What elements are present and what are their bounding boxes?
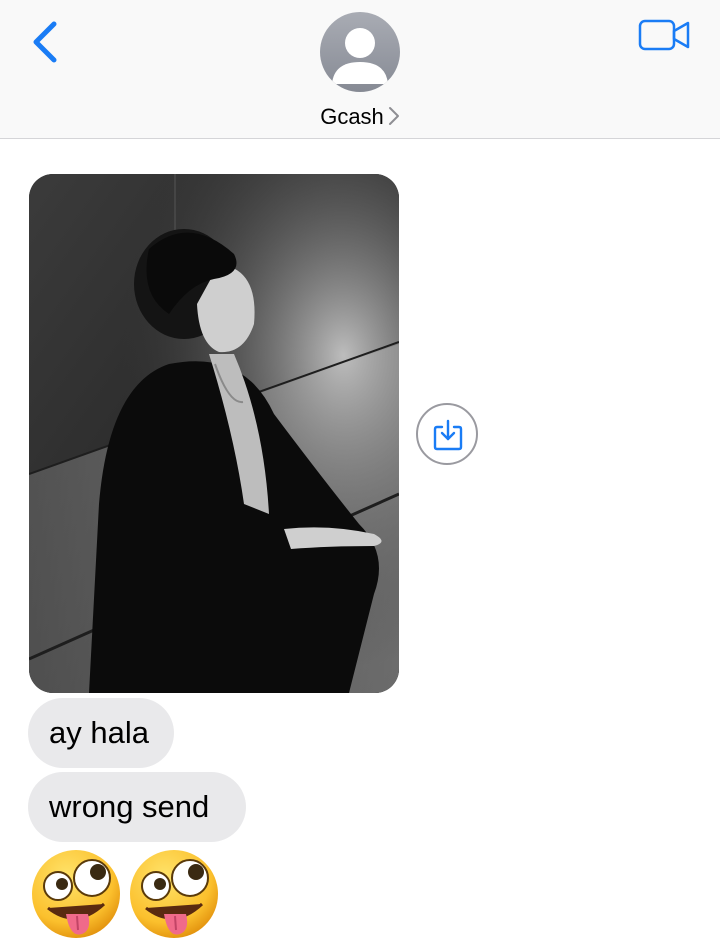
- photo-image: [29, 174, 399, 693]
- contact-avatar[interactable]: [320, 12, 400, 92]
- message-text: wrong send: [49, 789, 210, 824]
- photo-attachment[interactable]: [29, 174, 399, 693]
- back-button[interactable]: [26, 14, 66, 70]
- zany-face-emoji: [30, 848, 122, 942]
- received-message-bubble[interactable]: wrong send: [28, 772, 246, 842]
- facetime-video-button[interactable]: [638, 18, 692, 52]
- chevron-right-icon: [388, 107, 399, 126]
- received-message-bubble[interactable]: ay hala: [28, 698, 174, 768]
- download-icon: [433, 419, 463, 451]
- person-silhouette-icon: [332, 28, 388, 84]
- contact-name-button[interactable]: Gcash: [0, 102, 720, 132]
- emoji-message[interactable]: [30, 848, 226, 942]
- contact-name: Gcash: [320, 104, 384, 129]
- message-text: ay hala: [49, 715, 149, 750]
- zany-face-emoji: [128, 848, 220, 942]
- chevron-left-icon: [33, 21, 57, 63]
- save-photo-button[interactable]: [416, 403, 478, 465]
- conversation-screen: Gcash ay hala wrong send: [0, 0, 720, 942]
- video-camera-icon: [638, 19, 690, 51]
- conversation-header: Gcash: [0, 0, 720, 139]
